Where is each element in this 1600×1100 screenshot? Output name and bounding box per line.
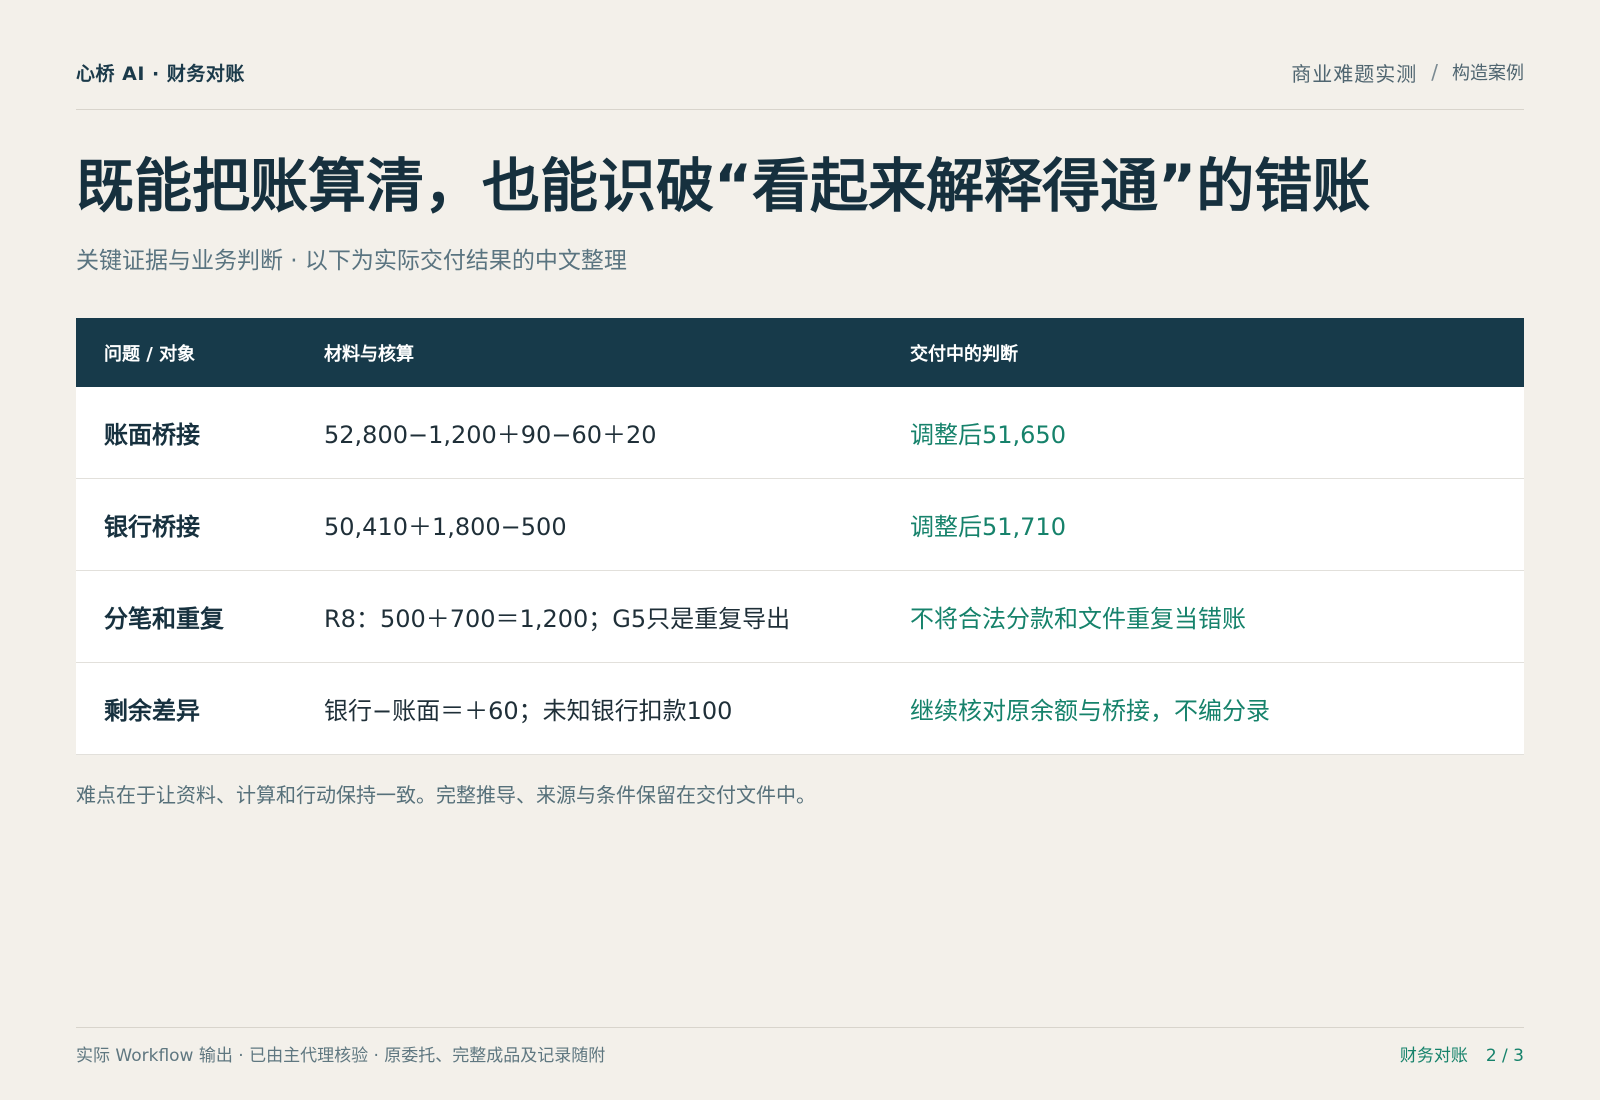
row-object: 账面桥接	[104, 421, 200, 449]
page-subtitle: 关键证据与业务判断 · 以下为实际交付结果的中文整理	[76, 248, 627, 274]
row-calculation: 52,800−1,200＋90−60＋20	[324, 421, 657, 449]
slide: 心桥 AI · 财务对账 商业难题实测 / 构造案例 既能把账算清，也能识破“看…	[76, 0, 1524, 1100]
table-row: 分笔和重复 R8：500＋700＝1,200；G5只是重复导出 不将合法分款和文…	[76, 571, 1524, 663]
breadcrumb-separator: /	[1431, 60, 1438, 84]
row-object: 剩余差异	[104, 697, 200, 725]
header-cell-judgement: 交付中的判断	[910, 343, 1018, 365]
page-number: 2 / 3	[1485, 1046, 1524, 1066]
row-judgement: 不将合法分款和文件重复当错账	[910, 605, 1246, 633]
row-object: 分笔和重复	[104, 605, 224, 633]
brand-label: 心桥 AI · 财务对账	[76, 62, 245, 85]
bottom-divider	[76, 1027, 1524, 1028]
evidence-table: 问题 / 对象 材料与核算 交付中的判断 账面桥接 52,800−1,200＋9…	[76, 318, 1524, 755]
page-title: 既能把账算清，也能识破“看起来解释得通”的错账	[76, 152, 1371, 220]
header-cell-calc: 材料与核算	[324, 343, 414, 365]
row-object: 银行桥接	[104, 513, 200, 541]
footnote: 难点在于让资料、计算和行动保持一致。完整推导、来源与条件保留在交付文件中。	[76, 783, 816, 807]
table-row: 银行桥接 50,410＋1,800−500 调整后51,710	[76, 479, 1524, 571]
row-judgement: 继续核对原余额与桥接，不编分录	[910, 697, 1270, 725]
header-cell-object: 问题 / 对象	[104, 343, 196, 365]
row-judgement: 调整后51,650	[910, 421, 1066, 449]
footer-pager: 财务对账 2 / 3	[1400, 1042, 1524, 1070]
top-divider	[76, 109, 1524, 110]
table-row: 账面桥接 52,800−1,200＋90−60＋20 调整后51,650	[76, 387, 1524, 479]
footer-section: 财务对账	[1399, 1046, 1468, 1066]
breadcrumb-main: 商业难题实测	[1291, 61, 1418, 86]
row-judgement: 调整后51,710	[910, 513, 1066, 541]
table-header: 问题 / 对象 材料与核算 交付中的判断	[76, 318, 1524, 387]
row-calculation: 银行−账面＝＋60；未知银行扣款100	[324, 697, 733, 725]
top-bar: 心桥 AI · 财务对账 商业难题实测 / 构造案例	[76, 56, 1524, 88]
footer-source: 实际 Workflow 输出 · 已由主代理核验 · 原委托、完整成品及记录随附	[76, 1046, 606, 1066]
breadcrumb: 商业难题实测 / 构造案例	[1291, 58, 1524, 87]
table-row: 剩余差异 银行−账面＝＋60；未知银行扣款100 继续核对原余额与桥接，不编分录	[76, 663, 1524, 755]
breadcrumb-sub: 构造案例	[1452, 63, 1524, 84]
row-calculation: 50,410＋1,800−500	[324, 513, 567, 541]
row-calculation: R8：500＋700＝1,200；G5只是重复导出	[324, 605, 791, 633]
